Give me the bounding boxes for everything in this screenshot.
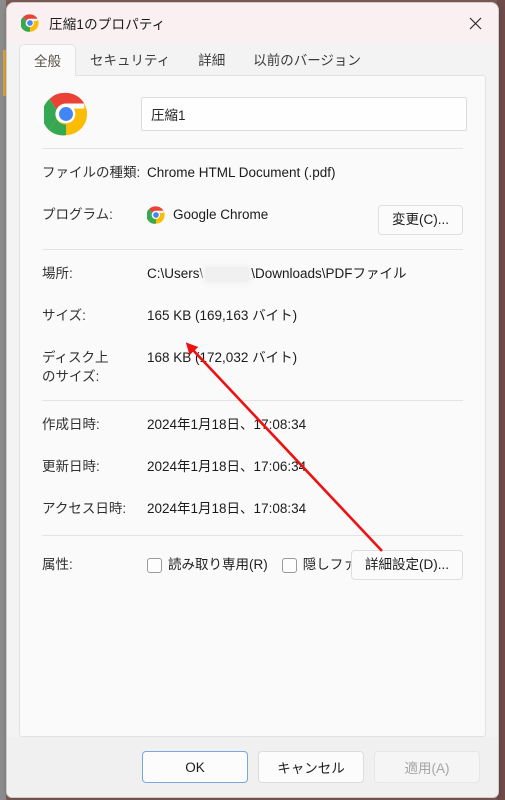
modified-value-wrap: 2024年1月18日、17:06:34 — [147, 457, 463, 477]
accessed-row: アクセス日時: 2024年1月18日、17:08:34 — [42, 499, 463, 521]
attributes-row: 属性: 読み取り専用(R) 隠しファイル(H) 詳細設定(D)... — [42, 550, 463, 580]
created-row: 作成日時: 2024年1月18日、17:08:34 — [42, 415, 463, 437]
tab-previous-versions-label: 以前のバージョン — [253, 53, 361, 68]
modified-row: 更新日時: 2024年1月18日、17:06:34 — [42, 457, 463, 479]
filetype-row: ファイルの種類: Chrome HTML Document (.pdf) — [42, 163, 463, 185]
size-value: 165 KB (169,163 バイト) — [147, 308, 298, 323]
tab-security-label: セキュリティ — [90, 53, 171, 68]
disk-size-label-line1: ディスク上 — [42, 350, 109, 365]
disk-size-value-wrap: 168 KB (172,032 バイト) — [147, 348, 463, 368]
tab-previous-versions[interactable]: 以前のバージョン — [239, 43, 375, 75]
created-value: 2024年1月18日、17:08:34 — [147, 417, 307, 432]
checkbox-box-icon — [147, 557, 162, 573]
program-row: プログラム: Google Chrome 変更(C)... — [42, 205, 463, 235]
disk-size-row: ディスク上 のサイズ: 168 KB (172,032 バイト) — [42, 348, 463, 386]
attributes-checkbox-wrap: 読み取り専用(R) 隠しファイル(H) — [147, 555, 403, 575]
change-program-button[interactable]: 変更(C)... — [378, 205, 463, 235]
filetype-label: ファイルの種類: — [42, 165, 141, 180]
modified-value: 2024年1月18日、17:06:34 — [147, 459, 307, 474]
dialog-footer: OK キャンセル 適用(A) — [7, 737, 498, 797]
size-value-wrap: 165 KB (169,163 バイト) — [147, 306, 463, 326]
accessed-value: 2024年1月18日、17:08:34 — [147, 501, 307, 516]
filename-input[interactable]: 圧縮1 — [141, 97, 467, 131]
tab-details[interactable]: 詳細 — [184, 43, 239, 75]
tab-general-label: 全般 — [34, 54, 61, 69]
tab-general[interactable]: 全般 — [19, 44, 76, 76]
file-properties-dialog: 圧縮1のプロパティ 全般 セキュリティ 詳細 以前のバージョン 圧縮1 ファイル… — [6, 2, 499, 798]
program-label: プログラム: — [42, 207, 113, 222]
accessed-label: アクセス日時: — [42, 501, 127, 516]
attributes-label: 属性: — [42, 557, 73, 572]
tab-details-label: 詳細 — [198, 53, 226, 68]
size-label: サイズ: — [42, 308, 86, 323]
close-icon[interactable] — [452, 3, 498, 43]
dates-group: 作成日時: 2024年1月18日、17:08:34 更新日時: 2024年1月1… — [38, 401, 467, 535]
readonly-checkbox[interactable]: 読み取り専用(R) — [147, 555, 268, 575]
size-row: サイズ: 165 KB (169,163 バイト) — [42, 306, 463, 328]
disk-size-value: 168 KB (172,032 バイト) — [147, 350, 298, 365]
chrome-icon — [42, 92, 88, 136]
location-label: 場所: — [42, 266, 73, 281]
created-value-wrap: 2024年1月18日、17:08:34 — [147, 415, 463, 435]
program-value: Google Chrome — [173, 207, 269, 222]
filename-row: 圧縮1 — [38, 76, 467, 148]
checkbox-box-icon — [281, 557, 297, 573]
filetype-value: Chrome HTML Document (.pdf) — [147, 165, 336, 180]
chrome-icon — [20, 14, 39, 32]
advanced-settings-button[interactable]: 詳細設定(D)... — [351, 550, 463, 580]
chrome-icon — [146, 206, 165, 224]
disk-size-label: ディスク上 のサイズ: — [42, 348, 147, 386]
program-value-wrap: Google Chrome — [146, 205, 378, 225]
created-label: 作成日時: — [42, 417, 100, 432]
tab-security[interactable]: セキュリティ — [76, 43, 184, 75]
readonly-label: 読み取り専用(R) — [168, 557, 268, 572]
location-row: 場所: C:\Users\ \Downloads\PDFファイル — [42, 264, 463, 286]
disk-size-label-line2: のサイズ: — [42, 369, 100, 384]
filename-value: 圧縮1 — [151, 108, 186, 123]
location-prefix: C:\Users\ — [147, 266, 204, 281]
apply-button: 適用(A) — [374, 751, 480, 783]
dialog-titlebar: 圧縮1のプロパティ — [7, 3, 498, 43]
cancel-button[interactable]: キャンセル — [258, 751, 364, 783]
filetype-program-group: ファイルの種類: Chrome HTML Document (.pdf) プログ… — [38, 149, 467, 249]
ok-button[interactable]: OK — [142, 751, 248, 783]
accessed-value-wrap: 2024年1月18日、17:08:34 — [147, 499, 463, 519]
desktop-background: 圧縮1のプロパティ 全般 セキュリティ 詳細 以前のバージョン 圧縮1 ファイル… — [0, 0, 505, 800]
redacted-username — [205, 266, 250, 282]
filetype-value-wrap: Chrome HTML Document (.pdf) — [147, 163, 463, 183]
modified-label: 更新日時: — [42, 459, 100, 474]
location-value-wrap: C:\Users\ \Downloads\PDFファイル — [147, 264, 463, 284]
general-tab-panel: 圧縮1 ファイルの種類: Chrome HTML Document (.pdf)… — [19, 75, 486, 737]
attributes-group: 属性: 読み取り専用(R) 隠しファイル(H) 詳細設定(D)... — [38, 536, 467, 594]
location-suffix: \Downloads\PDFファイル — [251, 266, 407, 281]
tab-strip: 全般 セキュリティ 詳細 以前のバージョン — [7, 43, 498, 76]
dialog-title: 圧縮1のプロパティ — [49, 17, 166, 32]
location-size-group: 場所: C:\Users\ \Downloads\PDFファイル サイズ: 165… — [38, 250, 467, 400]
